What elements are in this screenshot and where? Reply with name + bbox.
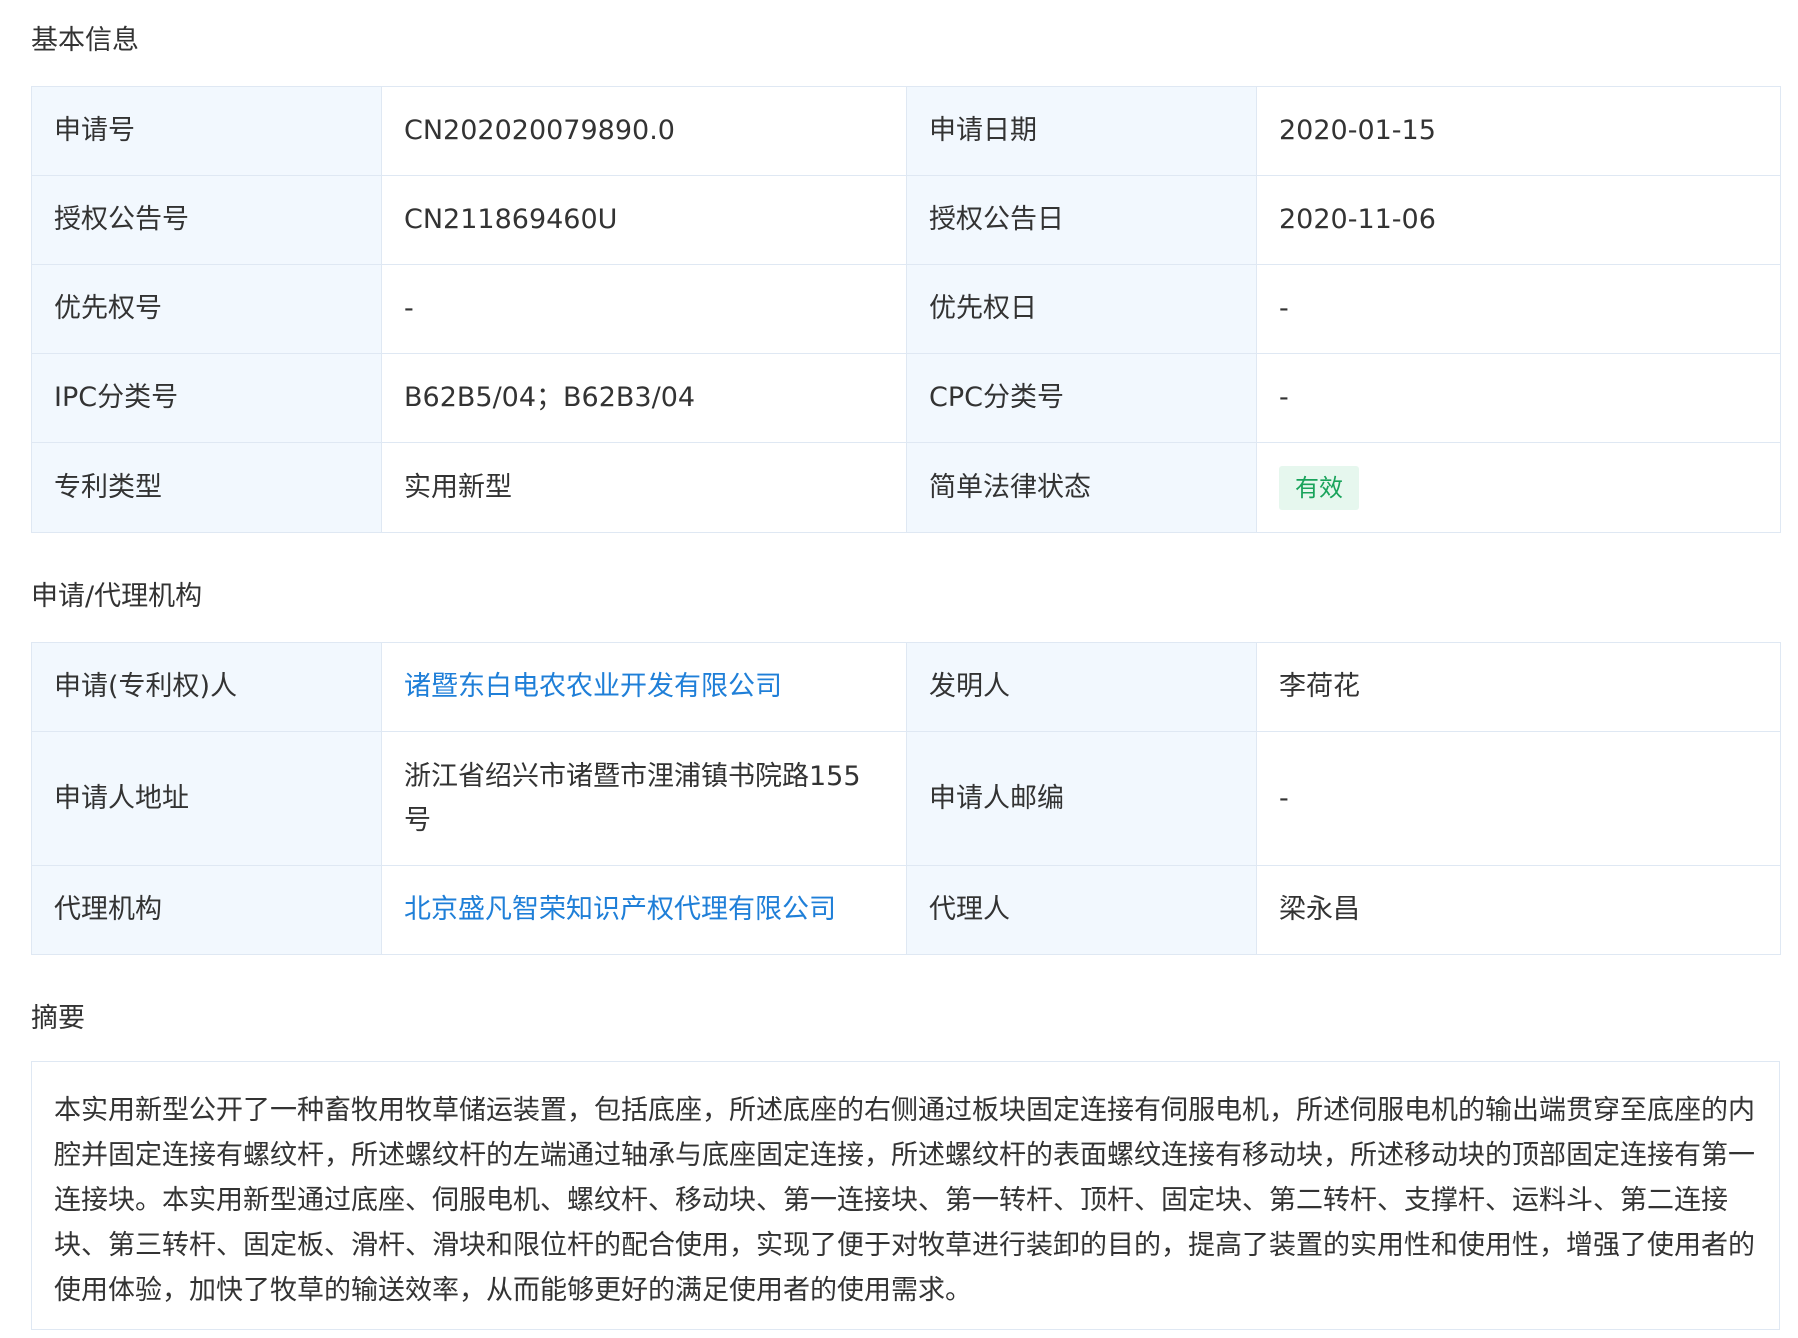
legal-status-cell: 有效 (1256, 442, 1781, 533)
agent-label: 代理人 (906, 865, 1257, 955)
table-row: 授权公告号 CN211869460U 授权公告日 2020-11-06 (31, 175, 1781, 265)
agency-cell: 北京盛凡智荣知识产权代理有限公司 (381, 865, 907, 955)
priority-date-value: - (1256, 264, 1781, 354)
table-row: 申请人地址 浙江省绍兴市诸暨市浬浦镇书院路155号 申请人邮编 - (31, 731, 1781, 866)
agent-value: 梁永昌 (1256, 865, 1781, 955)
abstract-title: 摘要 (31, 1003, 85, 1034)
agency-link[interactable]: 北京盛凡智荣知识产权代理有限公司 (404, 894, 836, 925)
table-row: IPC分类号 B62B5/04；B62B3/04 CPC分类号 - (31, 353, 1781, 443)
legal-status-label: 简单法律状态 (906, 442, 1257, 533)
priority-date-label: 优先权日 (906, 264, 1257, 354)
agency-title: 申请/代理机构 (31, 581, 203, 612)
cpc-value: - (1256, 353, 1781, 443)
table-row: 申请(专利权)人 诸暨东白电农农业开发有限公司 发明人 李荷花 (31, 642, 1781, 732)
grant-date-label: 授权公告日 (906, 175, 1257, 265)
patent-type-label: 专利类型 (31, 442, 382, 533)
application-number-label: 申请号 (31, 86, 382, 176)
grant-number-label: 授权公告号 (31, 175, 382, 265)
basic-info-table: 申请号 CN202020079890.0 申请日期 2020-01-15 授权公… (31, 86, 1781, 533)
patent-type-value: 实用新型 (381, 442, 907, 533)
basic-info-title: 基本信息 (31, 25, 139, 56)
patent-detail-page: 基本信息 申请号 CN202020079890.0 申请日期 2020-01-1… (0, 0, 1798, 1338)
grant-date-value: 2020-11-06 (1256, 175, 1781, 265)
application-date-label: 申请日期 (906, 86, 1257, 176)
inventor-label: 发明人 (906, 642, 1257, 732)
table-row: 优先权号 - 优先权日 - (31, 264, 1781, 354)
priority-number-label: 优先权号 (31, 264, 382, 354)
grant-number-value: CN211869460U (381, 175, 907, 265)
abstract-text: 本实用新型公开了一种畜牧用牧草储运装置，包括底座，所述底座的右侧通过板块固定连接… (31, 1061, 1780, 1330)
applicant-address-label: 申请人地址 (31, 731, 382, 866)
applicant-address-value: 浙江省绍兴市诸暨市浬浦镇书院路155号 (381, 731, 907, 866)
ipc-value: B62B5/04；B62B3/04 (381, 353, 907, 443)
status-badge: 有效 (1279, 465, 1359, 510)
application-number-value: CN202020079890.0 (381, 86, 907, 176)
agency-label: 代理机构 (31, 865, 382, 955)
inventor-value: 李荷花 (1256, 642, 1781, 732)
table-row: 代理机构 北京盛凡智荣知识产权代理有限公司 代理人 梁永昌 (31, 865, 1781, 955)
applicant-cell: 诸暨东白电农农业开发有限公司 (381, 642, 907, 732)
application-date-value: 2020-01-15 (1256, 86, 1781, 176)
table-row: 专利类型 实用新型 简单法律状态 有效 (31, 442, 1781, 533)
cpc-label: CPC分类号 (906, 353, 1257, 443)
priority-number-value: - (381, 264, 907, 354)
applicant-link[interactable]: 诸暨东白电农农业开发有限公司 (404, 671, 782, 702)
applicant-label: 申请(专利权)人 (31, 642, 382, 732)
ipc-label: IPC分类号 (31, 353, 382, 443)
agency-table: 申请(专利权)人 诸暨东白电农农业开发有限公司 发明人 李荷花 申请人地址 浙江… (31, 642, 1781, 955)
postcode-label: 申请人邮编 (906, 731, 1257, 866)
postcode-value: - (1256, 731, 1781, 866)
table-row: 申请号 CN202020079890.0 申请日期 2020-01-15 (31, 86, 1781, 176)
